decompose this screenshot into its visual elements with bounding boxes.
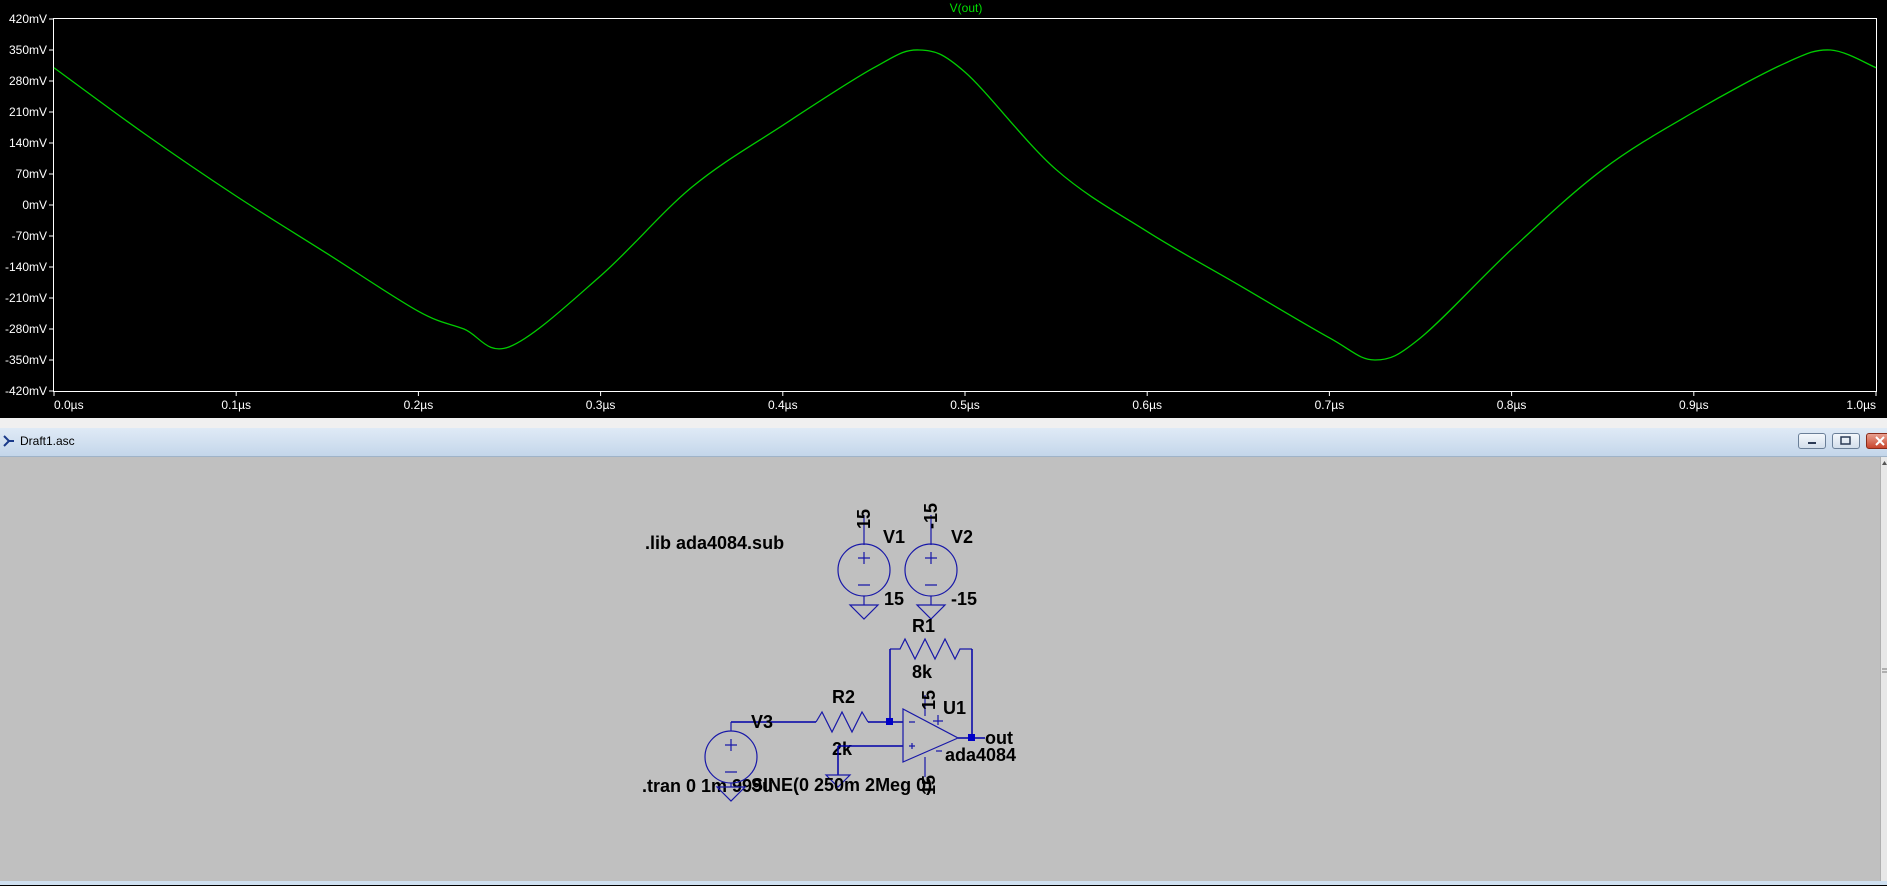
lib-directive[interactable]: .lib ada4084.sub bbox=[645, 533, 784, 553]
u1-value[interactable]: ada4084 bbox=[945, 745, 1016, 765]
x-tick-label: 0.9µs bbox=[1679, 398, 1709, 412]
y-tick-label: -210mV bbox=[5, 291, 47, 305]
schematic-window[interactable]: Draft1.asc .lib ada4084.sub .tran 0 1m 9… bbox=[0, 428, 1887, 885]
y-tick-label: 140mV bbox=[9, 136, 47, 150]
r2-name[interactable]: R2 bbox=[832, 687, 855, 707]
v2-source[interactable] bbox=[904, 515, 958, 620]
v2-value[interactable]: -15 bbox=[951, 589, 977, 609]
x-tick-label: 0.8µs bbox=[1497, 398, 1527, 412]
y-axis: 420mV 350mV 280mV 210mV 140mV 70mV 0mV -70mV -14… bbox=[5, 12, 54, 398]
v1-name[interactable]: V1 bbox=[883, 527, 905, 547]
vertical-scrollbar[interactable] bbox=[1880, 457, 1887, 881]
x-tick-label: 0.3µs bbox=[586, 398, 616, 412]
r1-value[interactable]: 8k bbox=[912, 662, 933, 682]
x-tick-label: 0.6µs bbox=[1132, 398, 1162, 412]
trace-title[interactable]: V(out) bbox=[950, 1, 983, 15]
schematic-canvas[interactable]: .lib ada4084.sub .tran 0 1m 999u V1 15 1… bbox=[0, 457, 1880, 881]
ltspice-app-icon[interactable] bbox=[2, 434, 16, 448]
x-tick-label: 0.7µs bbox=[1315, 398, 1345, 412]
trace-vout-line[interactable] bbox=[53, 49, 1877, 361]
x-axis: 0.0µs 0.1µs 0.2µs 0.3µs 0.4µs 0.5µs 0.6µs 0.7µs… bbox=[53, 391, 1877, 412]
scroll-arrows-icon bbox=[1882, 461, 1887, 673]
plot-frame bbox=[53, 18, 1877, 392]
restore-icon bbox=[1840, 436, 1851, 445]
y-tick-label: -350mV bbox=[5, 353, 47, 367]
waveform-chart[interactable]: V(out) 420mV 350mV 280mV 210mV 140mV 70mV 0mV -… bbox=[0, 0, 1887, 418]
v2-name[interactable]: V2 bbox=[951, 527, 973, 547]
y-tick-label: -70mV bbox=[12, 229, 47, 243]
minimize-icon bbox=[1808, 442, 1816, 444]
window-bottom-border bbox=[0, 881, 1887, 885]
y-tick-label: -420mV bbox=[5, 384, 47, 398]
out-net-label[interactable]: out bbox=[985, 728, 1013, 748]
y-tick-label: -280mV bbox=[5, 322, 47, 336]
y-tick-label: 210mV bbox=[9, 105, 47, 119]
r2-value[interactable]: 2k bbox=[832, 739, 853, 759]
v1-node-label[interactable]: 15 bbox=[854, 509, 874, 529]
window-title: Draft1.asc bbox=[20, 434, 75, 448]
r1-name[interactable]: R1 bbox=[912, 616, 935, 636]
u1-vpos-label[interactable]: 15 bbox=[919, 690, 939, 710]
y-tick-label: -140mV bbox=[5, 260, 47, 274]
waveform-plot-pane[interactable]: V(out) 420mV 350mV 280mV 210mV 140mV 70mV 0mV -… bbox=[0, 0, 1887, 418]
window-titlebar[interactable]: Draft1.asc bbox=[0, 428, 1887, 457]
y-tick-label: 350mV bbox=[9, 43, 47, 57]
y-tick-label: 420mV bbox=[9, 12, 47, 26]
r1-resistor[interactable] bbox=[890, 637, 972, 661]
maximize-button[interactable] bbox=[1832, 433, 1860, 449]
v3-name[interactable]: V3 bbox=[751, 712, 773, 732]
inverting-node-junction[interactable] bbox=[886, 718, 893, 725]
minimize-button[interactable] bbox=[1798, 433, 1826, 449]
x-tick-label: 0.4µs bbox=[768, 398, 798, 412]
v2-node-label[interactable]: -15 bbox=[921, 503, 941, 529]
v3-value[interactable]: SINE(0 250m 2Meg 0) bbox=[751, 775, 932, 795]
y-tick-label: 0mV bbox=[22, 198, 47, 212]
x-tick-label: 1.0µs bbox=[1846, 398, 1876, 412]
pane-separator[interactable] bbox=[0, 418, 1887, 428]
close-button[interactable] bbox=[1866, 433, 1887, 449]
x-tick-label: 0.2µs bbox=[404, 398, 434, 412]
x-tick-label: 0.0µs bbox=[54, 398, 84, 412]
y-tick-label: 70mV bbox=[16, 167, 47, 181]
close-icon bbox=[1875, 436, 1885, 446]
output-node-junction[interactable] bbox=[968, 734, 975, 741]
u1-name[interactable]: U1 bbox=[943, 698, 966, 718]
v1-value[interactable]: 15 bbox=[884, 589, 904, 609]
y-tick-label: 280mV bbox=[9, 74, 47, 88]
trace-series[interactable] bbox=[53, 49, 1877, 361]
schematic-drawing[interactable]: .lib ada4084.sub .tran 0 1m 999u V1 15 1… bbox=[0, 457, 1880, 881]
x-tick-label: 0.1µs bbox=[221, 398, 251, 412]
r2-resistor[interactable] bbox=[815, 710, 869, 734]
x-tick-label: 0.5µs bbox=[950, 398, 980, 412]
